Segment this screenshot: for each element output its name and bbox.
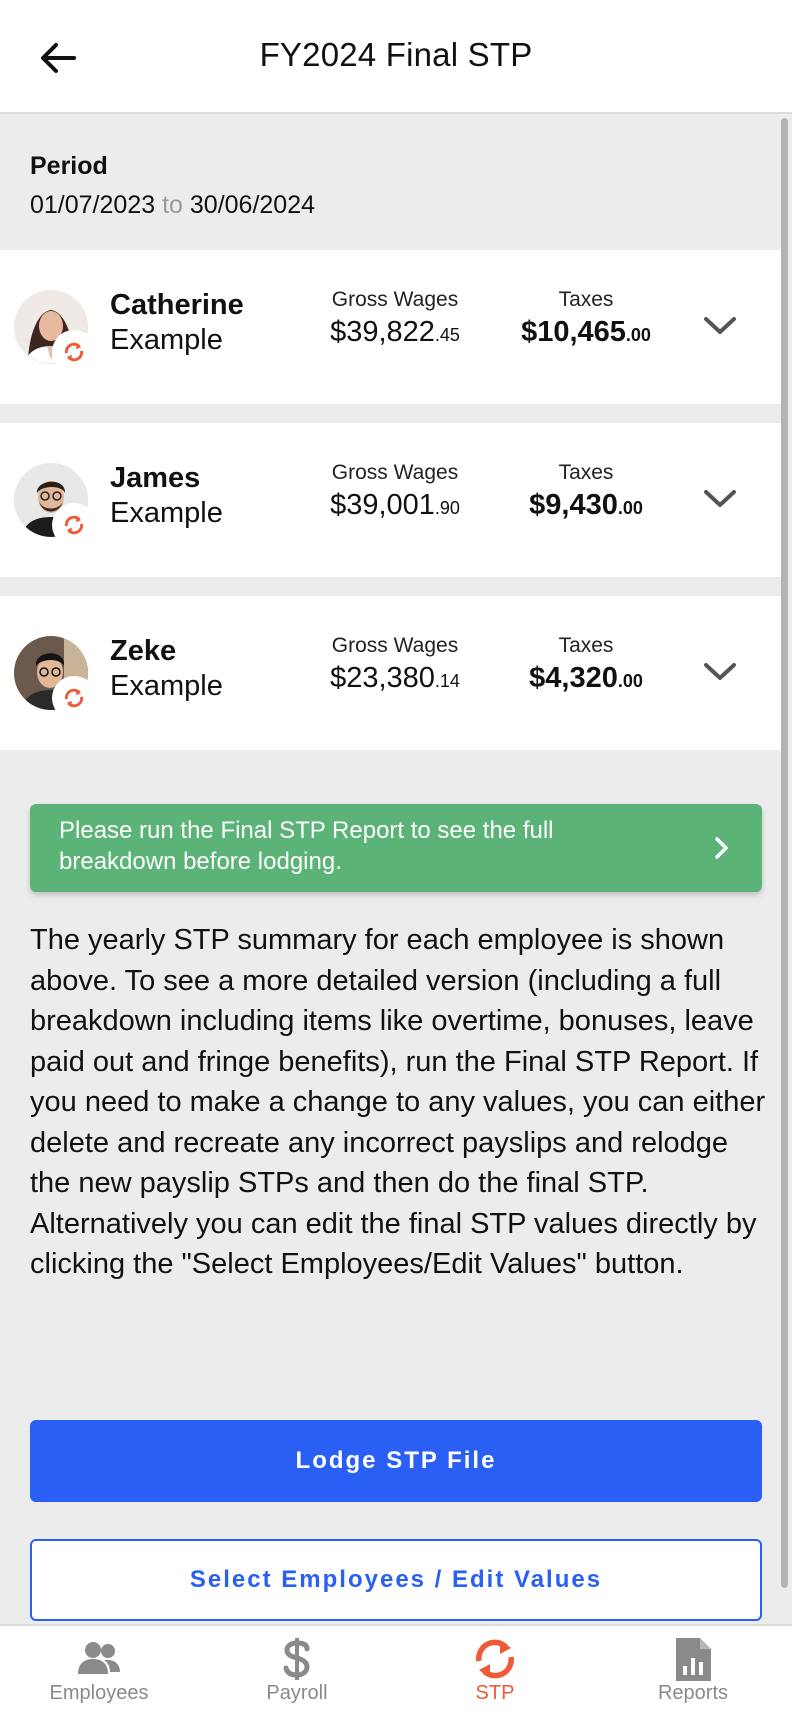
employee-name: Zeke Example — [110, 634, 223, 704]
tab-reports[interactable]: Reports — [594, 1626, 792, 1712]
employee-name: James Example — [110, 461, 223, 531]
tab-employees[interactable]: Employees — [0, 1626, 198, 1712]
taxes-value: $9,430.00 — [529, 489, 643, 521]
chevron-right-icon — [715, 837, 728, 859]
scrollbar[interactable] — [781, 118, 788, 1588]
report-icon — [676, 1638, 711, 1681]
taxes-value: $4,320.00 — [529, 662, 643, 694]
lodge-stp-file-button[interactable]: Lodge STP File — [30, 1420, 762, 1502]
taxes: Taxes $9,430.00 — [500, 461, 672, 522]
tab-label: Payroll — [266, 1682, 328, 1704]
notice-text: Please run the Final STP Report to see t… — [59, 817, 554, 875]
employee-first-name: Catherine — [110, 289, 244, 321]
employee-card[interactable]: Catherine Example Gross Wages $39,822.45… — [0, 250, 788, 404]
app-header: FY2024 Final STP — [0, 0, 792, 114]
taxes-label: Taxes — [558, 288, 614, 311]
period-label: Period — [30, 152, 108, 180]
tab-label: Reports — [657, 1682, 729, 1704]
period-to: to — [162, 191, 183, 219]
gross-wages-value: $39,822.45 — [330, 316, 460, 348]
taxes-value: $10,465.00 — [521, 316, 651, 348]
tab-payroll[interactable]: Payroll — [198, 1626, 396, 1712]
sync-badge — [52, 330, 96, 374]
gross-wages-value: $39,001.90 — [330, 489, 460, 521]
sync-icon — [64, 515, 84, 535]
tab-stp[interactable]: STP — [396, 1626, 594, 1712]
employee-first-name: James — [110, 462, 201, 494]
taxes-label: Taxes — [558, 634, 614, 657]
tab-label: Employees — [49, 1682, 149, 1704]
employee-last-name: Example — [110, 670, 223, 702]
tab-label: STP — [475, 1682, 515, 1704]
chevron-down-icon[interactable] — [700, 656, 740, 686]
description-text: The yearly STP summary for each employee… — [30, 924, 766, 1280]
people-icon — [78, 1642, 120, 1674]
period-end: 30/06/2024 — [189, 191, 316, 219]
page-title: FY2024 Final STP — [259, 36, 533, 73]
period-section: Period 01/07/2023 to 30/06/2024 — [30, 152, 315, 220]
chevron-down-icon[interactable] — [700, 483, 740, 513]
select-employees-edit-values-button[interactable]: Select Employees / Edit Values — [30, 1539, 762, 1621]
gross-wages: Gross Wages $39,001.90 — [310, 461, 480, 522]
final-stp-report-banner[interactable]: Please run the Final STP Report to see t… — [30, 804, 762, 892]
sync-icon — [476, 1639, 514, 1679]
employee-first-name: Zeke — [110, 635, 177, 667]
taxes: Taxes $10,465.00 — [500, 288, 672, 349]
employee-last-name: Example — [110, 497, 223, 529]
dollar-icon — [283, 1638, 310, 1680]
employee-last-name: Example — [110, 324, 223, 356]
period-start: 01/07/2023 — [30, 191, 156, 219]
sync-icon — [64, 688, 84, 708]
gross-wages-value: $23,380.14 — [330, 662, 460, 694]
taxes: Taxes $4,320.00 — [500, 634, 672, 695]
gross-wages: Gross Wages $39,822.45 — [310, 288, 480, 349]
gross-wages: Gross Wages $23,380.14 — [310, 634, 480, 695]
sync-badge — [52, 676, 96, 720]
taxes-label: Taxes — [558, 461, 614, 484]
bottom-tab-bar: Employees Payroll STP Reports — [0, 1624, 792, 1712]
employee-card[interactable]: Zeke Example Gross Wages $23,380.14 Taxe… — [0, 596, 788, 750]
main-content[interactable]: Period 01/07/2023 to 30/06/2024 Catherin… — [0, 114, 792, 1624]
chevron-down-icon[interactable] — [700, 310, 740, 340]
employee-card[interactable]: James Example Gross Wages $39,001.90 Tax… — [0, 423, 788, 577]
gross-wages-label: Gross Wages — [331, 634, 459, 657]
sync-badge — [52, 503, 96, 547]
gross-wages-label: Gross Wages — [331, 288, 459, 311]
period-range: 01/07/2023 to 30/06/2024 — [30, 191, 315, 220]
gross-wages-label: Gross Wages — [331, 461, 459, 484]
sync-icon — [64, 342, 84, 362]
employee-name: Catherine Example — [110, 288, 244, 358]
